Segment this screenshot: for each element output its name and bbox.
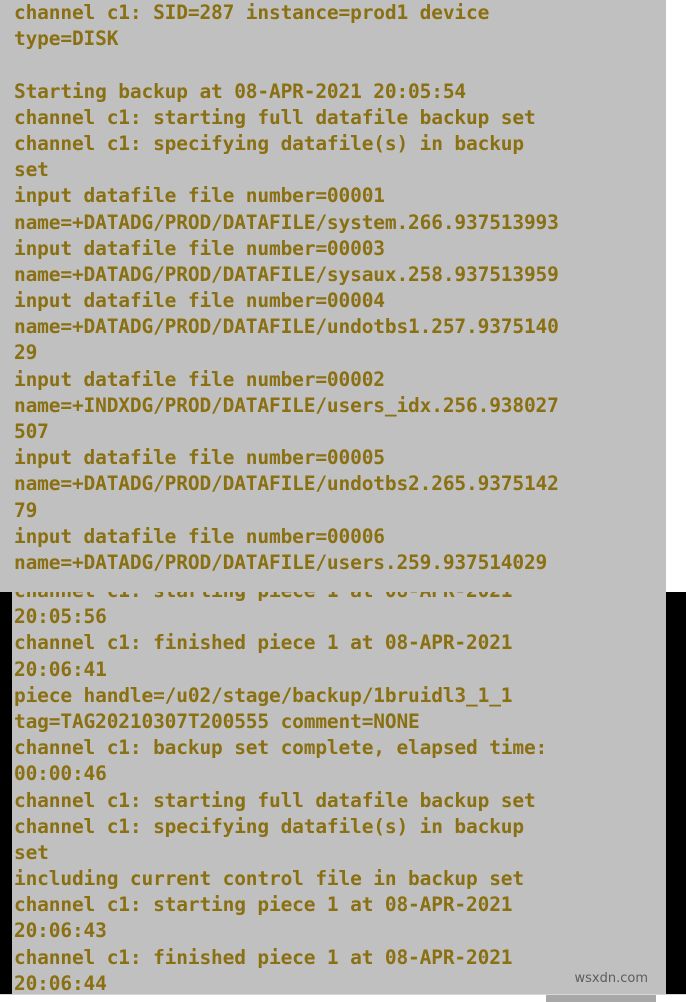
terminal-log-line: name=+DATADG/PROD/DATAFILE/sysaux.258.93… [14,262,559,286]
terminal-log-line: channel c1: starting full datafile backu… [14,105,536,129]
terminal-log-line: 00:00:46 [14,762,107,786]
terminal-log-line: input datafile file number=00003 [14,236,385,260]
terminal-log-line: channel c1: SID=287 instance=prod1 devic… [14,1,490,24]
terminal-log-line: input datafile file number=00005 [14,446,385,470]
terminal-log-line: input datafile file number=00002 [14,367,385,391]
terminal-log-line: channel c1: backup set complete, elapsed… [14,736,548,760]
terminal-log-line: name=+DATADG/PROD/DATAFILE/undotbs1.257.… [14,315,559,339]
terminal-log-line: input datafile file number=00001 [14,184,385,208]
terminal-output-pane-top[interactable]: channel c1: SID=287 instance=prod1 devic… [0,0,666,592]
terminal-log-line: input datafile file number=00006 [14,524,385,548]
terminal-log-line: name=+DATADG/PROD/DATAFILE/undotbs2.265.… [14,472,559,496]
terminal-log-line: channel c1: specifying datafile(s) in ba… [14,131,524,155]
terminal-log-line: channel c1: starting piece 1 at 08-APR-2… [14,592,547,604]
terminal-output-pane-bottom-frame: channel c1: starting piece 1 at 08-APR-2… [0,592,686,1002]
terminal-log-line: set [14,158,49,182]
terminal-log-line: 79 [14,498,38,522]
watermark-label: wsxdn.com [574,971,649,986]
terminal-log-list-top: channel c1: SID=287 instance=prod1 devic… [14,0,559,576]
terminal-log-line: 20:05:56 [14,605,107,629]
terminal-log-line: 20:06:43 [14,919,107,943]
terminal-log-line: 29 [14,341,38,365]
terminal-log-line: name=+DATADG/PROD/DATAFILE/system.266.93… [14,210,559,234]
terminal-log-line: 507 [14,420,49,443]
terminal-log-line: tag=TAG20210307T200555 comment=NONE [14,709,420,733]
terminal-log-line: channel c1: starting full datafile backu… [14,788,536,812]
terminal-log-line: piece handle=/u02/stage/backup/1bruidl3_… [14,683,513,707]
terminal-log-line: channel c1: finished piece 1 at 08-APR-2… [14,631,513,655]
terminal-log-line: 20:06:41 [14,657,107,681]
horizontal-scrollbar-thumb[interactable] [546,995,656,1002]
terminal-log-line: Starting backup at 08-APR-2021 20:05:54 [14,79,467,103]
terminal-log-line: channel c1: finished piece 1 at 08-APR-2… [14,945,513,969]
terminal-log-line: channel c1: starting piece 1 at 08-APR-2… [14,893,513,917]
terminal-log-line [14,52,559,78]
terminal-log-list-bottom: channel c1: starting piece 1 at 08-APR-2… [14,592,547,997]
terminal-log-line: channel c1: specifying datafile(s) in ba… [14,814,524,838]
terminal-log-line: input datafile file number=00004 [14,289,385,313]
terminal-log-line: name=+DATADG/PROD/DATAFILE/users.259.937… [14,550,548,574]
terminal-log-line: type=DISK [14,27,119,51]
terminal-log-line: including current control file in backup… [14,867,524,891]
terminal-log-line: set [14,840,49,864]
terminal-output-pane-bottom[interactable]: channel c1: starting piece 1 at 08-APR-2… [12,592,666,1002]
horizontal-scrollbar-track[interactable] [0,994,686,1002]
terminal-log-line: name=+INDXDG/PROD/DATAFILE/users_idx.256… [14,393,559,417]
